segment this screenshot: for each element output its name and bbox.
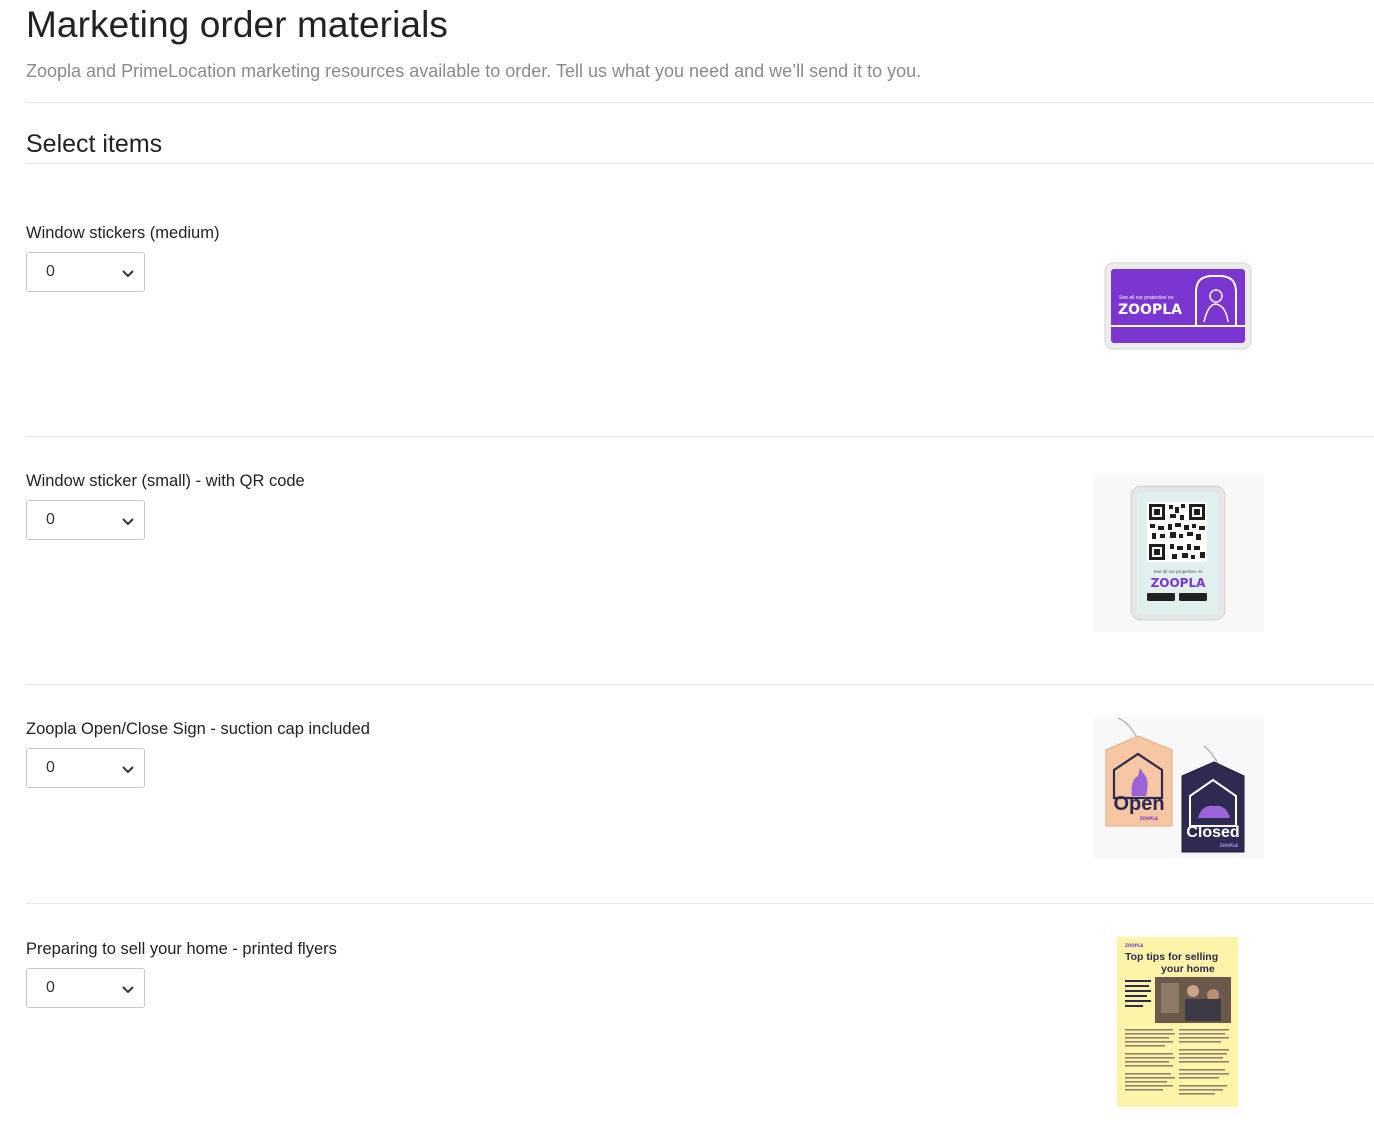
quantity-value: 0 <box>46 511 55 528</box>
item-label: Window stickers (medium) <box>26 224 220 242</box>
sticker-caption: See all our properties on <box>1119 295 1174 301</box>
chevron-down-icon <box>122 766 134 774</box>
sticker-brand: ZOOPLA <box>1118 302 1182 318</box>
divider <box>26 436 1374 437</box>
sticker-caption: See all our properties on <box>1153 569 1203 574</box>
divider <box>26 903 1374 904</box>
quantity-select[interactable]: 0 <box>26 748 145 788</box>
flyer-brand: ZOOPLA <box>1125 943 1144 948</box>
quantity-select[interactable]: 0 <box>26 500 145 540</box>
chevron-down-icon <box>122 518 134 526</box>
sticker-brand: ZOOPLA <box>1151 576 1207 590</box>
quantity-value: 0 <box>46 979 55 996</box>
divider <box>26 684 1374 685</box>
page-title: Marketing order materials <box>26 4 448 45</box>
divider <box>26 163 1374 164</box>
selling-tips-flyer-image: ZOOPLA Top tips for selling your home <box>1117 937 1238 1107</box>
flyer-headline: Top tips for selling <box>1125 951 1218 963</box>
quantity-value: 0 <box>46 263 55 280</box>
chevron-down-icon <box>122 270 134 278</box>
window-sticker-medium-image: See all our properties on ZOOPLA <box>1104 262 1252 350</box>
open-sign-text: Open <box>1113 793 1164 815</box>
open-close-sign-image: Open ZOOPLA Closed ZOOPLA <box>1094 716 1264 858</box>
item-label: Preparing to sell your home - printed fl… <box>26 940 337 958</box>
item-label: Window sticker (small) - with QR code <box>26 472 305 490</box>
quantity-select[interactable]: 0 <box>26 968 145 1008</box>
quantity-value: 0 <box>46 759 55 776</box>
qr-sticker-image: See all our properties on ZOOPLA <box>1094 474 1264 632</box>
quantity-select[interactable]: 0 <box>26 252 145 292</box>
open-sign-brand: ZOOPLA <box>1140 816 1159 821</box>
closed-sign-text: Closed <box>1186 824 1239 841</box>
item-label: Zoopla Open/Close Sign - suction cap inc… <box>26 720 370 738</box>
divider <box>26 102 1374 103</box>
flyer-headline-line2: your home <box>1161 963 1215 975</box>
closed-sign-brand: ZOOPLA <box>1220 843 1239 848</box>
chevron-down-icon <box>122 986 134 994</box>
page-subtitle: Zoopla and PrimeLocation marketing resou… <box>26 61 922 81</box>
section-title: Select items <box>26 130 163 158</box>
